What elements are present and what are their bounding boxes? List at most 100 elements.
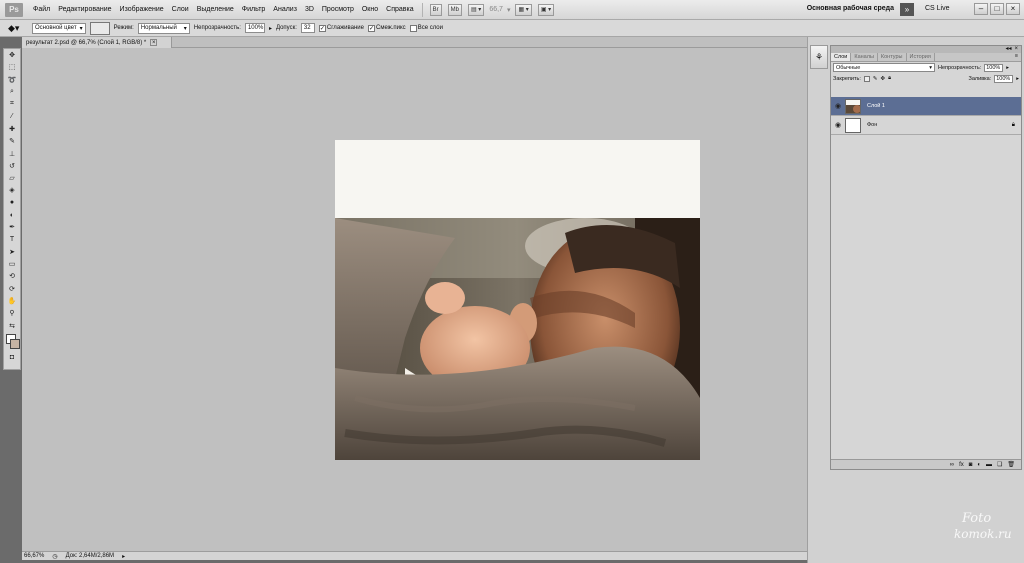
status-preview-icon[interactable]: ◷ [52, 553, 57, 560]
view-extras-button[interactable]: ▤ ▾ [467, 3, 485, 16]
screen-mode-button[interactable]: ▣ ▾ [537, 3, 555, 16]
paint-bucket-tool-icon[interactable]: ◈ [4, 184, 20, 196]
lock-pixels-icon[interactable]: ✎ [873, 76, 878, 82]
tab-layers[interactable]: Слои [831, 53, 852, 61]
3d-rotate-tool-icon[interactable]: ⟲ [4, 270, 20, 282]
layer-thumbnail [845, 117, 861, 133]
status-arrow-icon[interactable]: ▸ [122, 553, 125, 560]
all-layers-checkbox[interactable]: Все слои [409, 24, 443, 32]
paint-bucket-icon[interactable]: ◆▾ [8, 22, 28, 34]
blur-tool-icon[interactable]: ● [4, 197, 20, 209]
mode-select[interactable]: Нормальный ▾ [137, 22, 190, 34]
eraser-tool-icon[interactable]: ▱ [4, 172, 20, 184]
swap-colors-icon[interactable]: ⇆ [4, 320, 20, 332]
document-canvas[interactable] [335, 140, 700, 460]
zoom-tool-icon[interactable]: ⚲ [4, 307, 20, 319]
maximize-button[interactable]: □ [990, 3, 1004, 15]
path-selection-tool-icon[interactable]: ➤ [4, 246, 20, 258]
canvas-area[interactable] [22, 48, 807, 551]
pen-tool-icon[interactable]: ✒ [4, 221, 20, 233]
lock-position-icon[interactable]: ✥ [880, 76, 885, 82]
blend-mode-select[interactable]: Обычные ▾ [833, 63, 935, 72]
menu-edit[interactable]: Редактирование [54, 6, 115, 13]
spot-healing-tool-icon[interactable]: ✚ [4, 123, 20, 135]
mini-bridge-button[interactable]: Mb [447, 3, 462, 16]
antialias-checkbox[interactable]: ✓ Сглаживание [318, 24, 364, 32]
tool-presets-icon[interactable]: ⚘ [810, 45, 828, 69]
pattern-swatch[interactable] [89, 21, 110, 35]
opacity-arrow-icon[interactable]: ▸ [269, 25, 272, 32]
chevron-down-icon[interactable]: ▾ [507, 6, 511, 14]
crop-tool-icon[interactable]: ⌗ [4, 98, 20, 110]
fill-field[interactable]: 100% [994, 74, 1014, 83]
new-layer-icon[interactable]: ❏ [997, 461, 1002, 468]
tab-history[interactable]: История [907, 53, 935, 61]
type-tool-icon[interactable]: T [4, 233, 20, 245]
visibility-eye-icon[interactable]: ◉ [831, 121, 845, 129]
arrange-documents-button[interactable]: ▦ ▾ [515, 3, 532, 16]
quick-mask-icon[interactable]: ◘ [4, 352, 20, 364]
menu-3d[interactable]: 3D [301, 6, 318, 13]
menu-view[interactable]: Просмотр [318, 6, 358, 13]
eyedropper-tool-icon[interactable]: ⁄ [4, 110, 20, 122]
panel-menu-icon[interactable]: ≡ [1015, 53, 1021, 61]
workspace-switcher-icon[interactable]: » [900, 3, 914, 16]
bridge-button[interactable]: Br [429, 3, 442, 16]
tab-paths[interactable]: Контуры [878, 53, 907, 61]
close-icon[interactable]: × [1014, 46, 1018, 53]
history-brush-tool-icon[interactable]: ↺ [4, 160, 20, 172]
add-mask-icon[interactable]: ◙ [969, 462, 973, 468]
dodge-tool-icon[interactable]: ◐ [4, 209, 20, 221]
menu-image[interactable]: Изображение [116, 6, 168, 13]
menu-layers[interactable]: Слои [168, 6, 193, 13]
chevron-down-icon: ▾ [183, 25, 187, 32]
brush-tool-icon[interactable]: ✎ [4, 135, 20, 147]
workspace-label[interactable]: Основная рабочая среда [807, 5, 894, 12]
status-zoom[interactable]: 66,67% [24, 553, 44, 559]
menu-file[interactable]: Файл [29, 6, 54, 13]
background-color[interactable] [10, 338, 20, 349]
shape-tool-icon[interactable]: ▭ [4, 258, 20, 270]
menu-help[interactable]: Справка [382, 6, 417, 13]
menu-analysis[interactable]: Анализ [269, 6, 301, 13]
layer-opacity-field[interactable]: 100% [984, 63, 1004, 72]
lasso-tool-icon[interactable]: ➰ [4, 74, 20, 86]
tolerance-field[interactable]: 32 [300, 23, 315, 33]
minimize-button[interactable]: – [974, 3, 988, 15]
opacity-arrow-icon[interactable]: ▸ [1006, 65, 1009, 71]
menu-select[interactable]: Выделение [193, 6, 238, 13]
layer-style-icon[interactable]: fx [959, 462, 964, 468]
document-tab[interactable]: результат 2.psd @ 66,7% (Слой 1, RGB/8) … [22, 37, 172, 48]
visibility-eye-icon[interactable]: ◉ [831, 102, 845, 110]
marquee-tool-icon[interactable]: ⬚ [4, 61, 20, 73]
cs-live-button[interactable]: CS Live [925, 5, 950, 12]
hand-tool-icon[interactable]: ✋ [4, 295, 20, 307]
tab-channels[interactable]: Каналы [851, 53, 878, 61]
close-icon[interactable]: × [150, 39, 158, 46]
close-button[interactable]: × [1006, 3, 1020, 15]
layer-name: Слой 1 [867, 103, 885, 109]
contiguous-checkbox[interactable]: ✓ Смеж.пикс [367, 24, 406, 32]
quick-select-tool-icon[interactable]: ⌕ [4, 86, 20, 98]
status-doc-info: Док: 2,64M/2,86M [65, 553, 115, 559]
delete-layer-icon[interactable]: 🗑︎ [1007, 461, 1015, 468]
layer-row-layer1[interactable]: ◉ Слой 1 [831, 97, 1021, 116]
move-tool-icon[interactable]: ✥ [4, 49, 20, 61]
zoom-level[interactable]: 66,7 [489, 6, 503, 13]
fill-arrow-icon[interactable]: ▸ [1016, 76, 1019, 82]
lock-all-icon[interactable]: 🔒︎ [888, 75, 891, 82]
link-layers-icon[interactable]: ∞ [950, 462, 954, 468]
collapse-icon[interactable]: ◂◂ [1005, 46, 1011, 53]
menu-window[interactable]: Окно [358, 6, 382, 13]
layer-row-background[interactable]: ◉ Фон 🔒︎ [831, 116, 1021, 135]
3d-orbit-tool-icon[interactable]: ⟳ [4, 283, 20, 295]
new-group-icon[interactable]: ▬ [986, 462, 992, 468]
check-icon: ✓ [367, 24, 375, 32]
lock-transparency-icon[interactable] [863, 75, 870, 82]
clone-stamp-tool-icon[interactable]: ⊥ [4, 147, 20, 159]
opacity-field[interactable]: 100% [244, 23, 265, 33]
color-swatches[interactable] [4, 332, 20, 352]
fill-source-select[interactable]: Основной цвет ▾ [32, 22, 86, 34]
adjustment-layer-icon[interactable]: ◐ [977, 462, 981, 468]
menu-filter[interactable]: Фильтр [238, 6, 270, 13]
